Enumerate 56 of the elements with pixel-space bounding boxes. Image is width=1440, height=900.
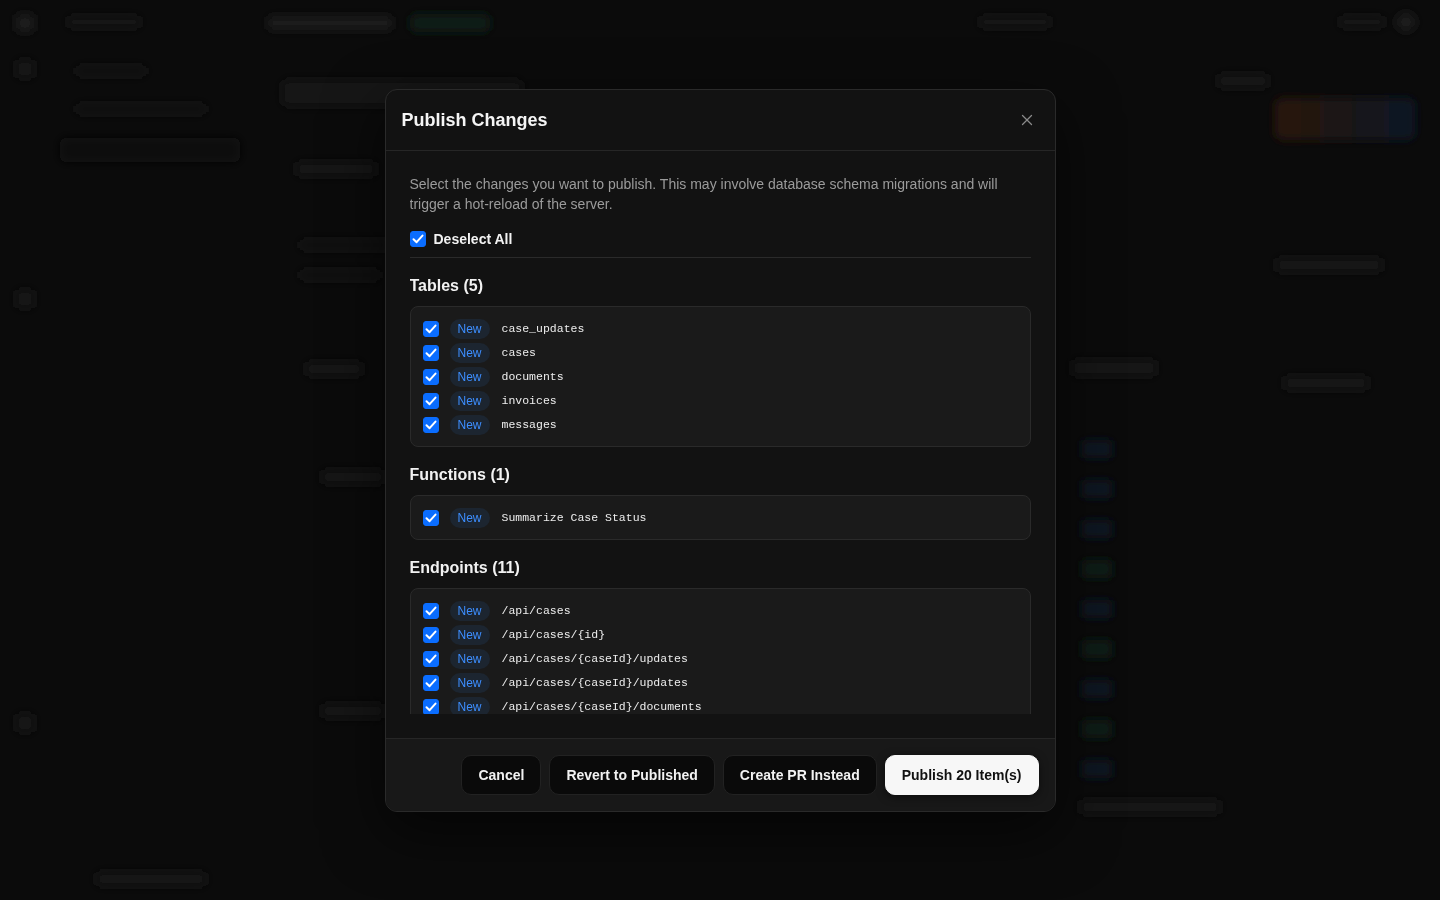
change-item-name: cases: [501, 344, 537, 361]
check-icon: [424, 394, 437, 407]
secondary-action-button[interactable]: Create PR Instead: [722, 754, 877, 795]
change-item-name: /api/cases/{caseId}/updates: [501, 650, 688, 667]
checkbox[interactable]: [409, 231, 426, 247]
checkbox[interactable]: [422, 698, 439, 714]
new-status-badge: New: [449, 507, 490, 528]
new-status-badge: New: [449, 696, 490, 714]
new-status-badge: New: [449, 342, 490, 363]
deselect-all-label[interactable]: Deselect All: [433, 229, 513, 249]
checkbox[interactable]: [422, 392, 439, 409]
change-item-name: documents: [501, 368, 564, 385]
section-heading: Tables (5): [409, 275, 484, 296]
change-item-name: Summarize Case Status: [501, 509, 647, 526]
checkbox[interactable]: [422, 626, 439, 643]
check-icon: [424, 418, 437, 431]
new-status-badge: New: [449, 366, 490, 387]
checkbox[interactable]: [422, 650, 439, 667]
secondary-action-button[interactable]: Revert to Published: [549, 754, 715, 795]
new-status-badge: New: [449, 390, 490, 411]
new-status-badge: New: [449, 672, 490, 693]
change-item-name: case_updates: [501, 320, 585, 337]
change-item-name: messages: [501, 416, 557, 433]
check-icon: [411, 233, 424, 245]
checkbox[interactable]: [422, 674, 439, 691]
change-item-name: /api/cases/{caseId}/updates: [501, 674, 688, 691]
check-icon: [424, 511, 437, 524]
section-heading: Endpoints (11): [409, 557, 521, 578]
check-icon: [424, 604, 437, 617]
publish-button[interactable]: Publish 20 Item(s): [884, 754, 1039, 795]
new-status-badge: New: [449, 648, 490, 669]
change-item-name: /api/cases/{caseId}/documents: [501, 698, 702, 714]
checkbox[interactable]: [422, 602, 439, 619]
new-status-badge: New: [449, 624, 490, 645]
change-item-name: /api/cases: [501, 602, 571, 619]
checkbox[interactable]: [422, 320, 439, 337]
check-icon: [424, 628, 437, 641]
check-icon: [424, 346, 437, 359]
checkbox[interactable]: [422, 368, 439, 385]
check-icon: [424, 700, 437, 713]
checkbox[interactable]: [422, 344, 439, 361]
new-status-badge: New: [449, 414, 490, 435]
check-icon: [424, 652, 437, 665]
checkbox[interactable]: [422, 509, 439, 526]
new-status-badge: New: [449, 600, 490, 621]
check-icon: [424, 322, 437, 335]
check-icon: [424, 370, 437, 383]
change-item-name: /api/cases/{id}: [501, 626, 606, 643]
checkbox[interactable]: [422, 416, 439, 433]
dialog-title: Publish Changes: [401, 108, 548, 132]
change-item-name: invoices: [501, 392, 557, 409]
dialog-description: Select the changes you want to publish. This may involve database schema migrations and will trigger a hot-reload of the server.: [409, 174, 999, 214]
check-icon: [424, 676, 437, 689]
secondary-action-button[interactable]: Cancel: [461, 754, 542, 795]
section-heading: Functions (1): [409, 464, 511, 485]
new-status-badge: New: [449, 318, 490, 339]
